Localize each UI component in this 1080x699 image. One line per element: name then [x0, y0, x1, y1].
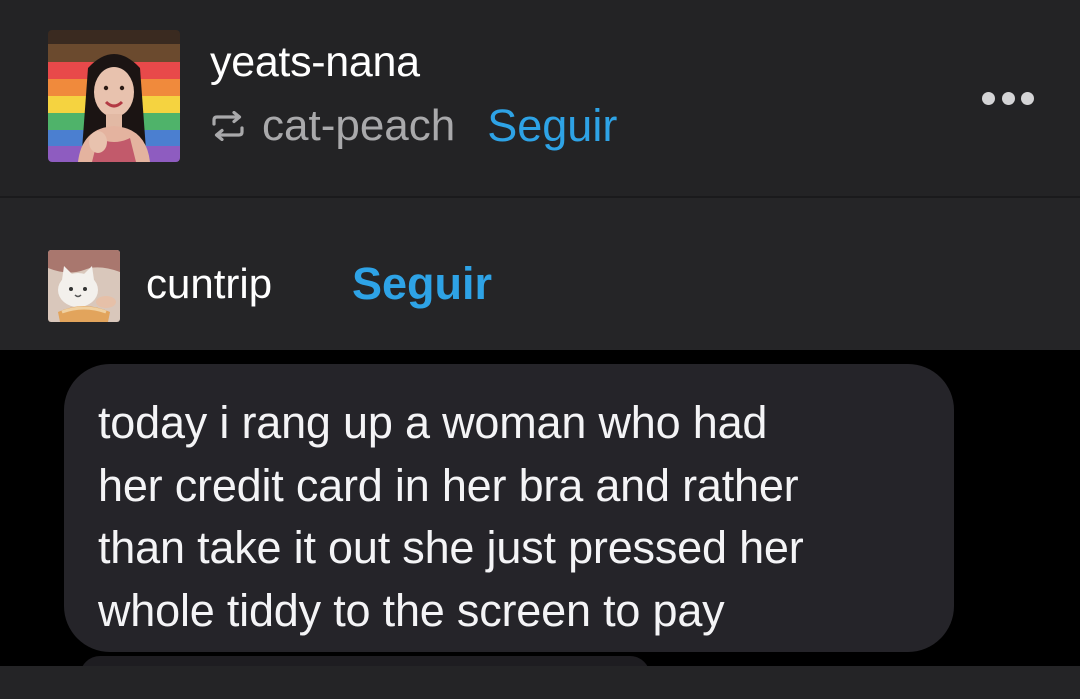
message-line: whole tiddy to the screen to pay [98, 584, 725, 636]
trail-avatar[interactable] [48, 250, 120, 322]
reblog-source-username[interactable]: cat-peach [262, 101, 455, 151]
post-image: today i rang up a woman who had her cred… [0, 350, 1080, 666]
reblog-icon [212, 111, 244, 141]
trail-header: cuntrip Seguir [0, 198, 1080, 350]
message-line: her credit card in her bra and rather [98, 459, 799, 511]
message-line: today i rang up a woman who had [98, 397, 768, 448]
more-dots-icon [1021, 91, 1034, 105]
post-header: yeats-nana cat-peach Seguir [0, 0, 1080, 196]
message-text: today i rang up a woman who had her cred… [98, 392, 914, 642]
more-options-button[interactable] [982, 86, 1034, 110]
more-dots-icon [1001, 91, 1015, 105]
cat-avatar-image [48, 250, 120, 322]
poster-avatar[interactable] [48, 30, 180, 162]
trail-username[interactable]: cuntrip [146, 260, 272, 308]
reblog-row: cat-peach Seguir [210, 100, 617, 152]
next-message-bubble [80, 656, 650, 666]
trail-follow-button[interactable]: Seguir [352, 258, 492, 310]
avatar-image [48, 30, 180, 162]
follow-button[interactable]: Seguir [487, 100, 617, 152]
message-line: than take it out she just pressed her [98, 522, 804, 573]
more-dots-icon [982, 91, 995, 105]
message-bubble: today i rang up a woman who had her cred… [64, 364, 954, 652]
poster-username[interactable]: yeats-nana [210, 38, 420, 87]
post-footer [0, 666, 1080, 699]
